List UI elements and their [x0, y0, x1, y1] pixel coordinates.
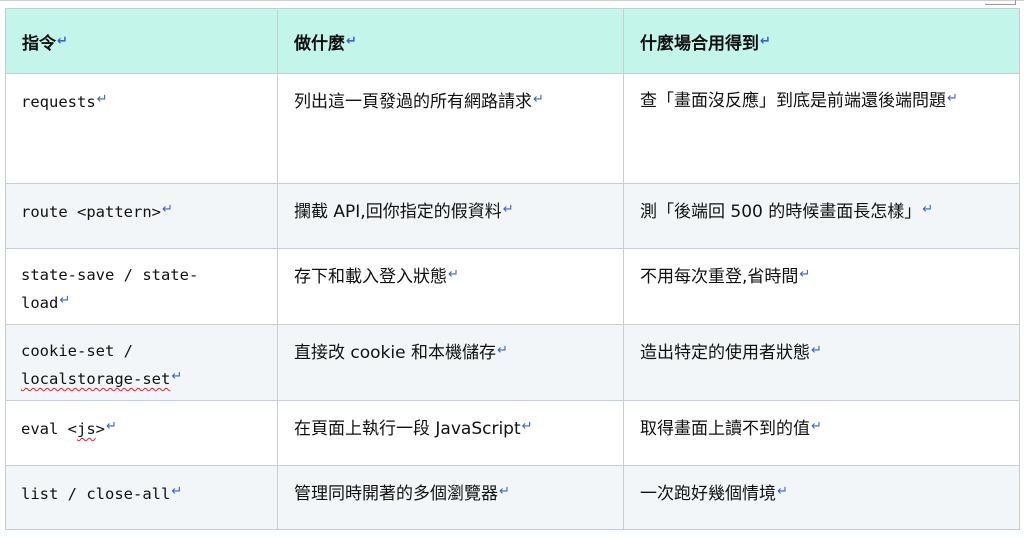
what-text: 攔截 API,回你指定的假資料	[294, 202, 502, 222]
page-edge-marks	[1019, 0, 1024, 538]
what-cell: 存下和載入登入狀態↵	[277, 248, 624, 325]
when-cell: 查「畫面沒反應」到底是前端還後端問題↵	[623, 73, 1020, 184]
commands-table: 指令↵ 做什麼↵ 什麼場合用得到↵ requests↵ 列出這一頁發過的所有網路…	[5, 8, 1020, 530]
return-mark-icon: ↵	[171, 484, 183, 499]
command-text: list / close-all	[21, 485, 171, 503]
command-text-pre: eval <	[21, 420, 77, 438]
what-cell: 列出這一頁發過的所有網路請求↵	[277, 73, 624, 184]
top-border-line	[0, 0, 1024, 5]
command-cell: cookie-set / localstorage-set↵	[5, 324, 278, 401]
document-page: 指令↵ 做什麼↵ 什麼場合用得到↵ requests↵ 列出這一頁發過的所有網路…	[0, 0, 1024, 538]
what-cell: 攔截 API,回你指定的假資料↵	[277, 183, 624, 249]
return-mark-icon: ↵	[346, 33, 357, 49]
command-text-post: >	[95, 420, 106, 438]
table-header-row: 指令↵ 做什麼↵ 什麼場合用得到↵	[5, 8, 1020, 74]
when-text: 一次跑好幾個情境	[640, 484, 776, 504]
table-row: list / close-all↵ 管理同時開著的多個瀏覽器↵ 一次跑好幾個情境…	[5, 465, 1020, 530]
what-text: 管理同時開著的多個瀏覽器	[294, 484, 498, 504]
command-text: requests	[21, 93, 96, 111]
what-text: 在頁面上執行一段 JavaScript	[294, 419, 521, 439]
command-cell: route <pattern>↵	[5, 183, 278, 249]
command-text-line1: cookie-set /	[21, 342, 133, 360]
header-what: 做什麼↵	[277, 8, 624, 74]
return-mark-icon: ↵	[499, 484, 510, 499]
return-mark-icon: ↵	[799, 267, 811, 282]
when-text: 測「後端回 500 的時候畫面長怎樣」	[640, 202, 922, 222]
command-cell: requests↵	[5, 73, 278, 184]
return-mark-icon: ↵	[811, 343, 822, 358]
return-mark-icon: ↵	[448, 267, 459, 282]
when-text: 造出特定的使用者狀態	[640, 343, 810, 363]
when-cell: 一次跑好幾個情境↵	[623, 465, 1020, 530]
when-text: 不用每次重登,省時間	[640, 267, 799, 287]
header-command: 指令↵	[5, 8, 278, 74]
command-text-line2: localstorage-set	[21, 370, 171, 388]
command-cell: list / close-all↵	[5, 465, 278, 530]
what-cell: 在頁面上執行一段 JavaScript↵	[277, 400, 624, 466]
command-cell: state-save / state-load↵	[5, 248, 278, 325]
what-text: 存下和載入登入狀態	[294, 267, 447, 287]
return-mark-icon: ↵	[947, 91, 958, 106]
when-cell: 取得畫面上讀不到的值↵	[623, 400, 1020, 466]
when-cell: 不用每次重登,省時間↵	[623, 248, 1020, 325]
what-cell: 管理同時開著的多個瀏覽器↵	[277, 465, 624, 530]
return-mark-icon: ↵	[760, 33, 771, 49]
when-cell: 測「後端回 500 的時候畫面長怎樣」↵	[623, 183, 1020, 249]
header-when: 什麼場合用得到↵	[623, 8, 1020, 74]
table-row: requests↵ 列出這一頁發過的所有網路請求↵ 查「畫面沒反應」到底是前端還…	[5, 73, 1020, 184]
command-text-line1: state-save / state-	[21, 266, 199, 284]
table-row: state-save / state-load↵ 存下和載入登入狀態↵ 不用每次…	[5, 248, 1020, 325]
page-corner-mark	[985, 0, 1016, 5]
return-mark-icon: ↵	[777, 484, 788, 499]
return-mark-icon: ↵	[57, 33, 68, 49]
command-text-mid: js	[77, 420, 96, 438]
return-mark-icon: ↵	[59, 293, 71, 308]
what-text: 列出這一頁發過的所有網路請求	[294, 92, 532, 112]
table-row: cookie-set / localstorage-set↵ 直接改 cookie…	[5, 324, 1020, 401]
table-row: eval <js>↵ 在頁面上執行一段 JavaScript↵ 取得畫面上讀不到…	[5, 400, 1020, 466]
command-text-line2: load	[21, 294, 59, 312]
return-mark-icon: ↵	[96, 92, 108, 107]
return-mark-icon: ↵	[161, 202, 173, 217]
return-mark-icon: ↵	[521, 419, 533, 434]
command-cell: eval <js>↵	[5, 400, 278, 466]
return-mark-icon: ↵	[811, 419, 822, 434]
return-mark-icon: ↵	[922, 202, 934, 217]
return-mark-icon: ↵	[496, 343, 508, 358]
return-mark-icon: ↵	[106, 419, 117, 434]
table-row: route <pattern>↵ 攔截 API,回你指定的假資料↵ 測「後端回 …	[5, 183, 1020, 249]
return-mark-icon: ↵	[502, 202, 514, 217]
what-cell: 直接改 cookie 和本機儲存↵	[277, 324, 624, 401]
when-text: 取得畫面上讀不到的值	[640, 419, 810, 439]
when-text: 查「畫面沒反應」到底是前端還後端問題	[640, 91, 946, 111]
command-text: route <pattern>	[21, 203, 161, 221]
return-mark-icon: ↵	[533, 92, 544, 107]
return-mark-icon: ↵	[171, 369, 183, 384]
what-text: 直接改 cookie 和本機儲存	[294, 343, 496, 363]
when-cell: 造出特定的使用者狀態↵	[623, 324, 1020, 401]
